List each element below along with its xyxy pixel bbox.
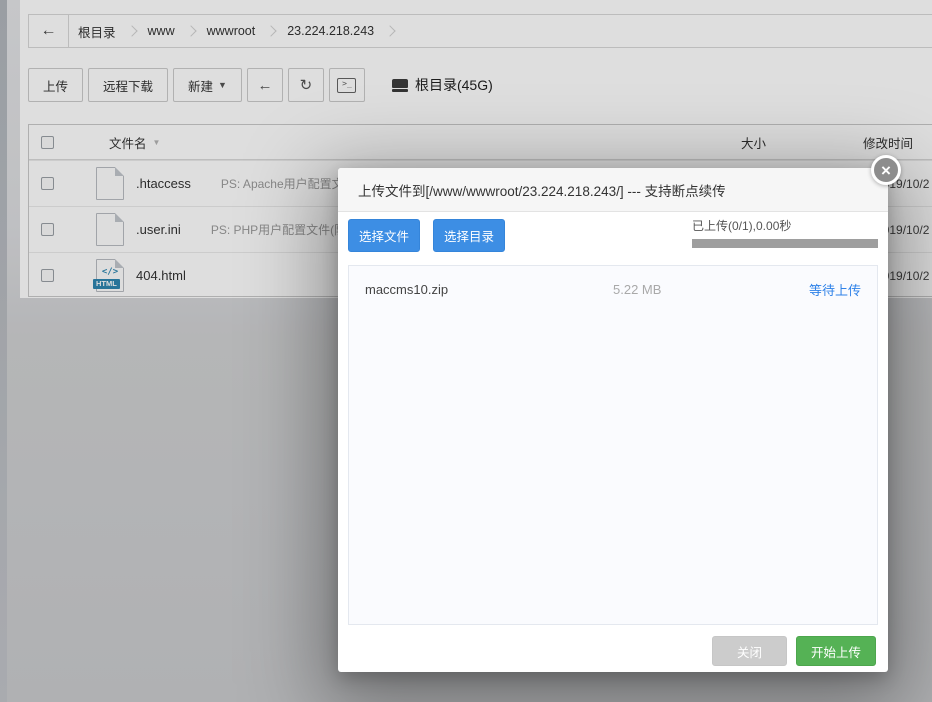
upload-file-list: maccms10.zip 5.22 MB 等待上传	[348, 265, 878, 625]
start-upload-button[interactable]: 开始上传	[796, 636, 876, 666]
upload-progress-text: 已上传(0/1),0.00秒	[692, 217, 878, 234]
choose-directory-label: 选择目录	[444, 226, 494, 245]
dialog-title: 上传文件到[/www/wwwroot/23.224.218.243/] --- …	[358, 180, 726, 200]
dialog-footer: 关闭 开始上传	[338, 630, 888, 672]
upload-file-name: maccms10.zip	[365, 282, 613, 297]
choose-directory-button[interactable]: 选择目录	[433, 219, 505, 252]
dialog-close-footer-button[interactable]: 关闭	[712, 636, 787, 666]
dialog-header: 上传文件到[/www/wwwroot/23.224.218.243/] --- …	[338, 168, 888, 212]
start-upload-label: 开始上传	[811, 642, 861, 661]
upload-file-row[interactable]: maccms10.zip 5.22 MB 等待上传	[349, 266, 877, 312]
upload-progress: 已上传(0/1),0.00秒	[692, 217, 878, 248]
choose-file-button[interactable]: 选择文件	[348, 219, 420, 252]
upload-file-status-link[interactable]: 等待上传	[809, 280, 861, 299]
choose-buttons-row: 选择文件 选择目录	[348, 219, 505, 252]
close-button-label: 关闭	[737, 642, 762, 661]
upload-dialog: × 上传文件到[/www/wwwroot/23.224.218.243/] --…	[338, 168, 888, 672]
upload-file-size: 5.22 MB	[613, 282, 661, 297]
close-x-icon: ×	[881, 162, 891, 179]
choose-file-label: 选择文件	[359, 226, 409, 245]
upload-progress-bar	[692, 239, 878, 248]
dialog-close-button[interactable]: ×	[871, 155, 901, 185]
